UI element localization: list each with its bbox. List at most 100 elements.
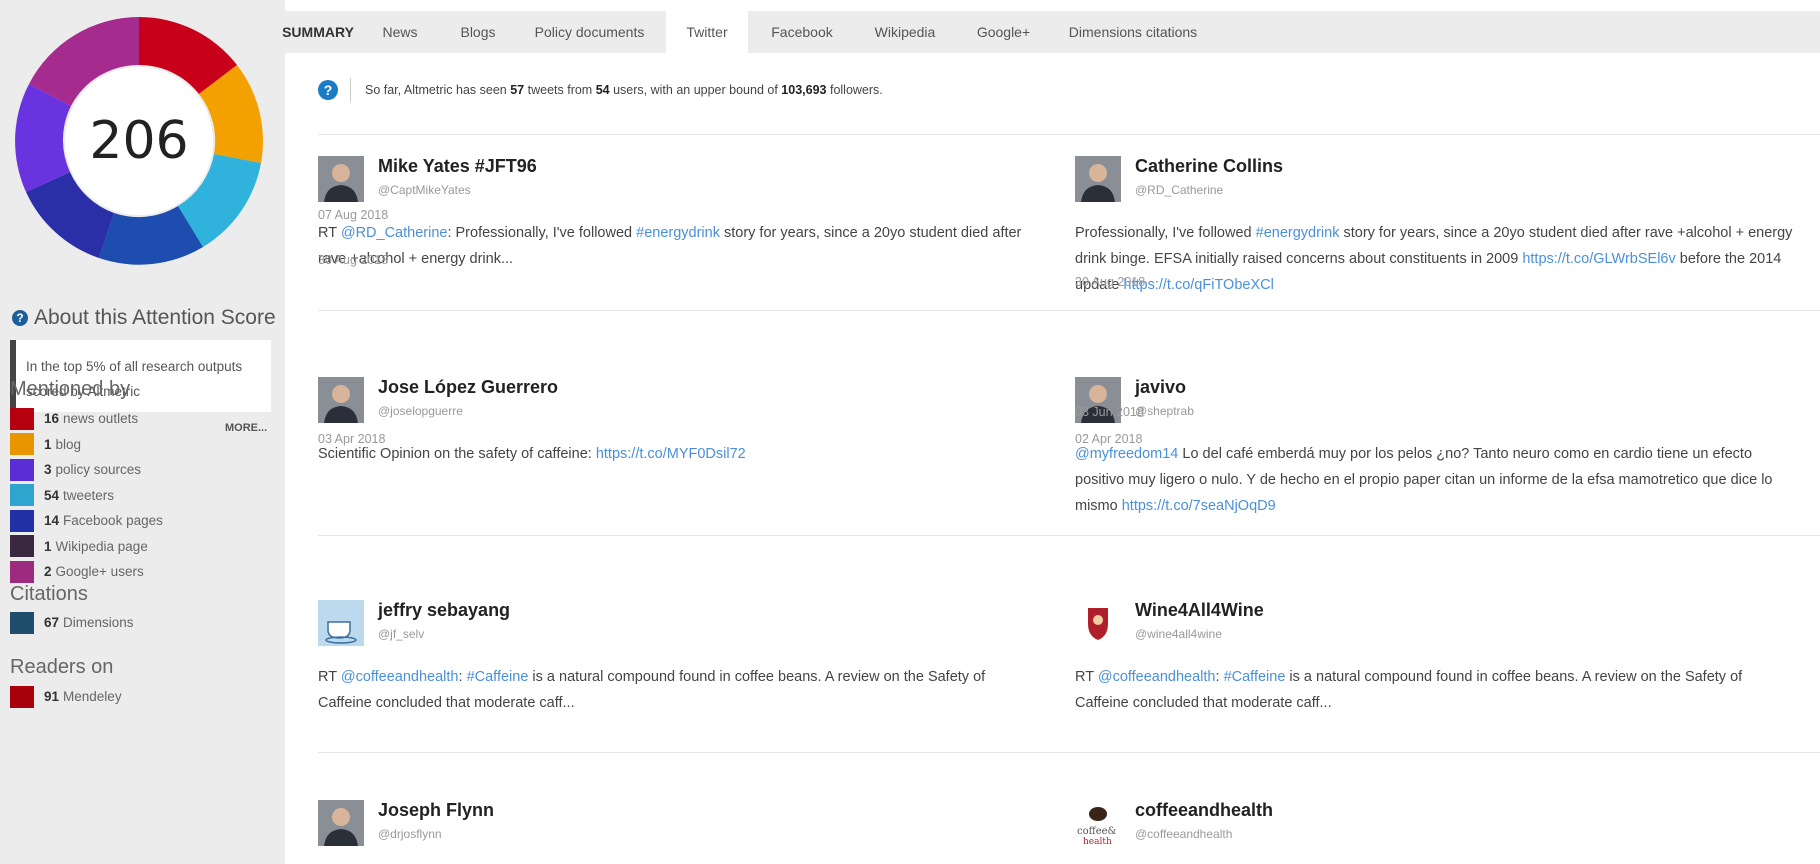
tweet-date[interactable]: 30 Aug 2018 xyxy=(1075,275,1145,289)
readers-title: Readers on xyxy=(10,656,114,678)
source-color-swatch xyxy=(10,458,34,481)
tweet-link[interactable]: @RD_Catherine xyxy=(341,225,448,241)
tab-twitter[interactable]: Twitter xyxy=(666,11,748,53)
tweet-body: Scientific Opinion on the safety of caff… xyxy=(318,441,1038,467)
tab-news[interactable]: News xyxy=(365,11,435,53)
mention-count: 67 xyxy=(44,615,60,631)
person-photo-icon xyxy=(1075,156,1121,202)
tweet-date[interactable]: 02 Apr 2018 xyxy=(1075,432,1142,446)
tweet-author-name[interactable]: Mike Yates #JFT96 xyxy=(378,156,537,177)
mention-item[interactable]: 67 Dimensions xyxy=(10,610,134,636)
tweet-link[interactable]: @coffeeandhealth xyxy=(341,669,459,685)
mention-item[interactable]: 3 policy sources xyxy=(10,457,163,483)
mention-count: 16 xyxy=(44,411,60,427)
tweet-author-handle[interactable]: @drjosflynn xyxy=(378,827,442,841)
mention-count: 14 xyxy=(44,513,60,529)
mention-item[interactable]: 1 Wikipedia page xyxy=(10,534,163,560)
tweet-text: Professionally, I've followed xyxy=(1075,225,1256,241)
avatar[interactable]: coffee& health xyxy=(1075,800,1121,847)
help-icon[interactable]: ? xyxy=(318,80,338,100)
tweet-body: Professionally, I've followed #energydri… xyxy=(1075,220,1795,298)
tweet-text: : Professionally, I've followed xyxy=(447,225,637,241)
summary-text: So far, Altmetric has seen 57 tweets fro… xyxy=(365,83,883,97)
mention-item[interactable]: 16 news outlets xyxy=(10,406,163,432)
avatar[interactable] xyxy=(318,156,364,202)
about-score-box: In the top 5% of all research outputs sc… xyxy=(10,340,271,412)
twitter-summary-bar: ? So far, Altmetric has seen 57 tweets f… xyxy=(318,78,883,102)
tweet-author-handle[interactable]: @jf_selv xyxy=(378,627,424,641)
tab-dimensions-citations[interactable]: Dimensions citations xyxy=(1050,11,1216,53)
mention-label: tweeters xyxy=(63,487,115,503)
tweet-text: RT xyxy=(318,225,341,241)
tweet-author-name[interactable]: Catherine Collins xyxy=(1135,156,1283,177)
tweet-body: RT @RD_Catherine: Professionally, I've f… xyxy=(318,220,1038,272)
tweet-author-name[interactable]: Wine4All4Wine xyxy=(1135,600,1264,621)
tab-policy-documents[interactable]: Policy documents xyxy=(520,11,659,53)
person-photo-icon xyxy=(318,377,364,423)
tab-facebook[interactable]: Facebook xyxy=(750,11,854,53)
tweet-date[interactable]: 07 Aug 2018 xyxy=(318,208,388,222)
tweet-author-name[interactable]: Joseph Flynn xyxy=(378,800,494,821)
sidebar: 206 ? About this Attention Score In the … xyxy=(0,0,285,864)
tweet-author-handle[interactable]: @wine4all4wine xyxy=(1135,627,1222,641)
mention-item[interactable]: 14 Facebook pages xyxy=(10,508,163,534)
attention-score-donut[interactable]: 206 xyxy=(8,10,270,272)
avatar[interactable] xyxy=(1075,600,1121,646)
about-score-heading[interactable]: ? About this Attention Score xyxy=(12,306,276,330)
divider xyxy=(318,752,1820,753)
mention-label: Facebook pages xyxy=(63,513,163,529)
mention-item[interactable]: 91 Mendeley xyxy=(10,684,122,710)
more-link[interactable]: MORE... xyxy=(225,422,267,434)
source-color-swatch xyxy=(10,560,34,583)
tab-blogs[interactable]: Blogs xyxy=(436,11,520,53)
tweet-link[interactable]: https://t.co/7seaNjOqD9 xyxy=(1122,498,1276,514)
tab-summary[interactable]: SUMMARY xyxy=(272,11,364,53)
tweet-link[interactable]: https://t.co/MYF0Dsil72 xyxy=(596,446,746,462)
tweet-author-name[interactable]: Jose López Guerrero xyxy=(378,377,558,398)
tweet-link[interactable]: https://t.co/GLWrbSEl6v xyxy=(1522,251,1675,267)
avatar[interactable] xyxy=(318,800,364,846)
tweet-date[interactable]: 03 Apr 2018 xyxy=(318,432,385,446)
tweet-author-handle[interactable]: @RD_Catherine xyxy=(1135,183,1223,197)
tweet-author-name[interactable]: javivo xyxy=(1135,377,1186,398)
mention-label: blog xyxy=(55,436,82,452)
tweet-link[interactable]: #energydrink xyxy=(636,225,720,241)
tweet-link[interactable]: #energydrink xyxy=(1256,225,1340,241)
tweet-link[interactable]: @myfreedom14 xyxy=(1075,446,1178,462)
tweet-body: RT @coffeeandhealth: #Caffeine is a natu… xyxy=(318,664,1038,716)
tweet-author-name[interactable]: coffeeandhealth xyxy=(1135,800,1273,821)
citations-list: 67 Dimensions xyxy=(10,610,134,636)
mention-count: 1 xyxy=(44,538,52,554)
source-color-swatch xyxy=(10,685,34,708)
tweet-text: RT xyxy=(1075,669,1098,685)
tweet-date[interactable]: 30 Aug 2018 xyxy=(318,253,388,267)
tweet-author-handle[interactable]: @joselopguerre xyxy=(378,404,463,418)
avatar[interactable] xyxy=(1075,156,1121,202)
tweet-author-name[interactable]: jeffry sebayang xyxy=(378,600,510,621)
tweet-link[interactable]: https://t.co/qFiTObeXCl xyxy=(1123,277,1273,293)
divider xyxy=(318,535,1820,536)
mention-item[interactable]: 54 tweeters xyxy=(10,483,163,509)
tweet-link[interactable]: #Caffeine xyxy=(467,669,529,685)
tweet-body: @myfreedom14 Lo del café emberdá muy por… xyxy=(1075,441,1795,519)
source-color-swatch xyxy=(10,407,34,430)
mention-item[interactable]: 1 blog xyxy=(10,432,163,458)
about-heading-text: About this Attention Score xyxy=(34,306,276,329)
tab-google[interactable]: Google+ xyxy=(958,11,1049,53)
mention-count: 3 xyxy=(44,462,52,478)
avatar[interactable] xyxy=(318,377,364,423)
tweet-date[interactable]: 03 Jun 2018 xyxy=(1075,405,1144,419)
mention-label: Dimensions xyxy=(63,615,134,631)
tweet-author-handle[interactable]: @coffeeandhealth xyxy=(1135,827,1232,841)
tab-wikipedia[interactable]: Wikipedia xyxy=(855,11,955,53)
tweet-link[interactable]: #Caffeine xyxy=(1224,669,1286,685)
mention-label: Wikipedia page xyxy=(55,538,148,554)
readers-list: 91 Mendeley xyxy=(10,684,122,710)
tweet-text: : xyxy=(1215,669,1224,685)
tweet-author-handle[interactable]: @CaptMikeYates xyxy=(378,183,471,197)
mention-item[interactable]: 2 Google+ users xyxy=(10,559,163,585)
mentioned-by-list: 16 news outlets 1 blog 3 policy sources 54 twee… xyxy=(10,406,163,585)
divider xyxy=(350,78,351,102)
avatar[interactable] xyxy=(318,600,364,646)
tweet-link[interactable]: @coffeeandhealth xyxy=(1098,669,1216,685)
